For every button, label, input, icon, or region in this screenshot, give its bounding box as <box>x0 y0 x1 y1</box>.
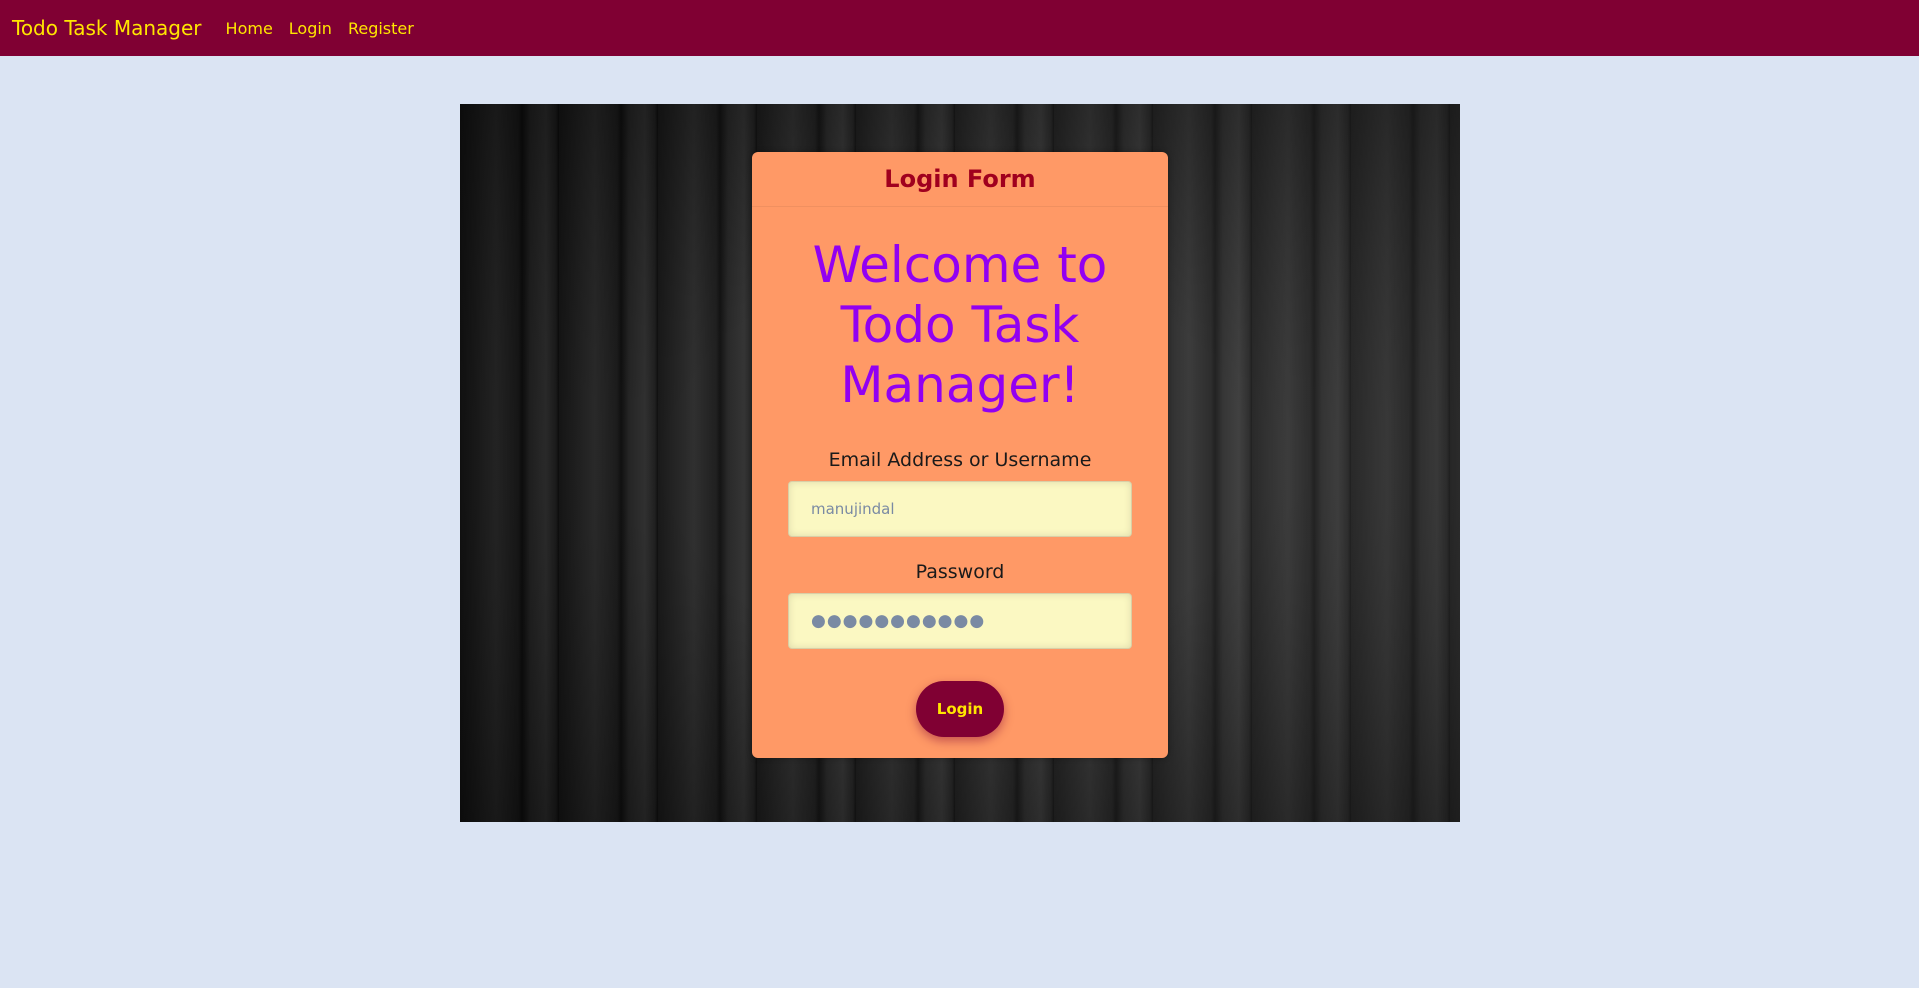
card-header: Login Form <box>752 152 1168 207</box>
brand-link[interactable]: Todo Task Manager <box>12 16 202 40</box>
login-form-title: Login Form <box>884 165 1036 193</box>
welcome-heading: Welcome to Todo Task Manager! <box>812 236 1108 414</box>
login-card: Login Form Welcome to Todo Task Manager!… <box>752 152 1168 758</box>
nav-link-login[interactable]: Login <box>289 19 332 38</box>
email-username-input[interactable] <box>788 481 1132 537</box>
nav-link-register[interactable]: Register <box>348 19 414 38</box>
nav-link-home[interactable]: Home <box>226 19 273 38</box>
password-input[interactable] <box>788 593 1132 649</box>
top-navbar: Todo Task Manager Home Login Register <box>0 0 1919 56</box>
login-button[interactable]: Login <box>916 681 1004 737</box>
password-label: Password <box>915 561 1005 583</box>
email-label: Email Address or Username <box>828 449 1092 471</box>
